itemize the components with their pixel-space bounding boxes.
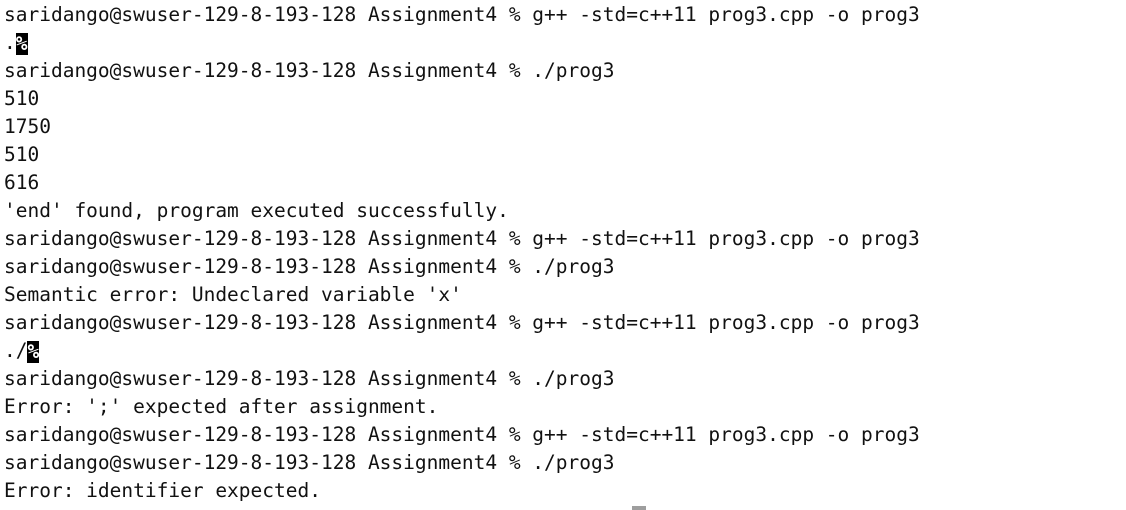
terminal-output-line: Semantic error: Undeclared variable 'x': [4, 281, 1126, 309]
terminal-output-line: .%: [4, 29, 1126, 57]
line-text: saridango@swuser-129-8-193-128 Assignmen…: [4, 3, 920, 26]
line-text: 'end' found, program executed successful…: [4, 199, 509, 222]
line-text: saridango@swuser-129-8-193-128 Assignmen…: [4, 59, 615, 82]
terminal-output: saridango@swuser-129-8-193-128 Assignmen…: [4, 1, 1126, 505]
terminal-command-line: saridango@swuser-129-8-193-128 Assignmen…: [4, 421, 1126, 449]
terminal-command-line: saridango@swuser-129-8-193-128 Assignmen…: [4, 365, 1126, 393]
line-text: saridango@swuser-129-8-193-128 Assignmen…: [4, 311, 920, 334]
line-text: saridango@swuser-129-8-193-128 Assignmen…: [4, 367, 615, 390]
line-text: 510: [4, 143, 40, 166]
line-text: saridango@swuser-129-8-193-128 Assignmen…: [4, 255, 615, 278]
line-text: Semantic error: Undeclared variable 'x': [4, 283, 462, 306]
terminal-command-line: saridango@swuser-129-8-193-128 Assignmen…: [4, 309, 1126, 337]
line-text: saridango@swuser-129-8-193-128 Assignmen…: [4, 451, 615, 474]
line-text: saridango@swuser-129-8-193-128 Assignmen…: [4, 423, 920, 446]
terminal-command-line: saridango@swuser-129-8-193-128 Assignmen…: [4, 57, 1126, 85]
line-text: 1750: [4, 115, 51, 138]
terminal-command-line: saridango@swuser-129-8-193-128 Assignmen…: [4, 449, 1126, 477]
line-text: saridango@swuser-129-8-193-128 Assignmen…: [4, 227, 920, 250]
terminal-output-line: ./%: [4, 337, 1126, 365]
terminal-window[interactable]: saridango@swuser-129-8-193-128 Assignmen…: [0, 0, 1126, 510]
terminal-command-line: saridango@swuser-129-8-193-128 Assignmen…: [4, 253, 1126, 281]
scroll-indicator: [632, 506, 646, 510]
line-text: Error: identifier expected.: [4, 479, 321, 502]
terminal-output-line: 'end' found, program executed successful…: [4, 197, 1126, 225]
terminal-output-line: 616: [4, 169, 1126, 197]
terminal-output-line: Error: identifier expected.: [4, 477, 1126, 505]
terminal-output-line: 1750: [4, 113, 1126, 141]
line-text: 616: [4, 171, 40, 194]
terminal-command-line: saridango@swuser-129-8-193-128 Assignmen…: [4, 225, 1126, 253]
terminal-output-line: 510: [4, 85, 1126, 113]
terminal-output-line: 510: [4, 141, 1126, 169]
line-text: ./: [4, 339, 28, 362]
terminal-command-line: saridango@swuser-129-8-193-128 Assignmen…: [4, 1, 1126, 29]
partial-line-marker: %: [27, 339, 40, 363]
line-text: 510: [4, 87, 40, 110]
partial-line-marker: %: [15, 31, 28, 55]
terminal-output-line: Error: ';' expected after assignment.: [4, 393, 1126, 421]
line-text: .: [4, 31, 16, 54]
line-text: Error: ';' expected after assignment.: [4, 395, 439, 418]
